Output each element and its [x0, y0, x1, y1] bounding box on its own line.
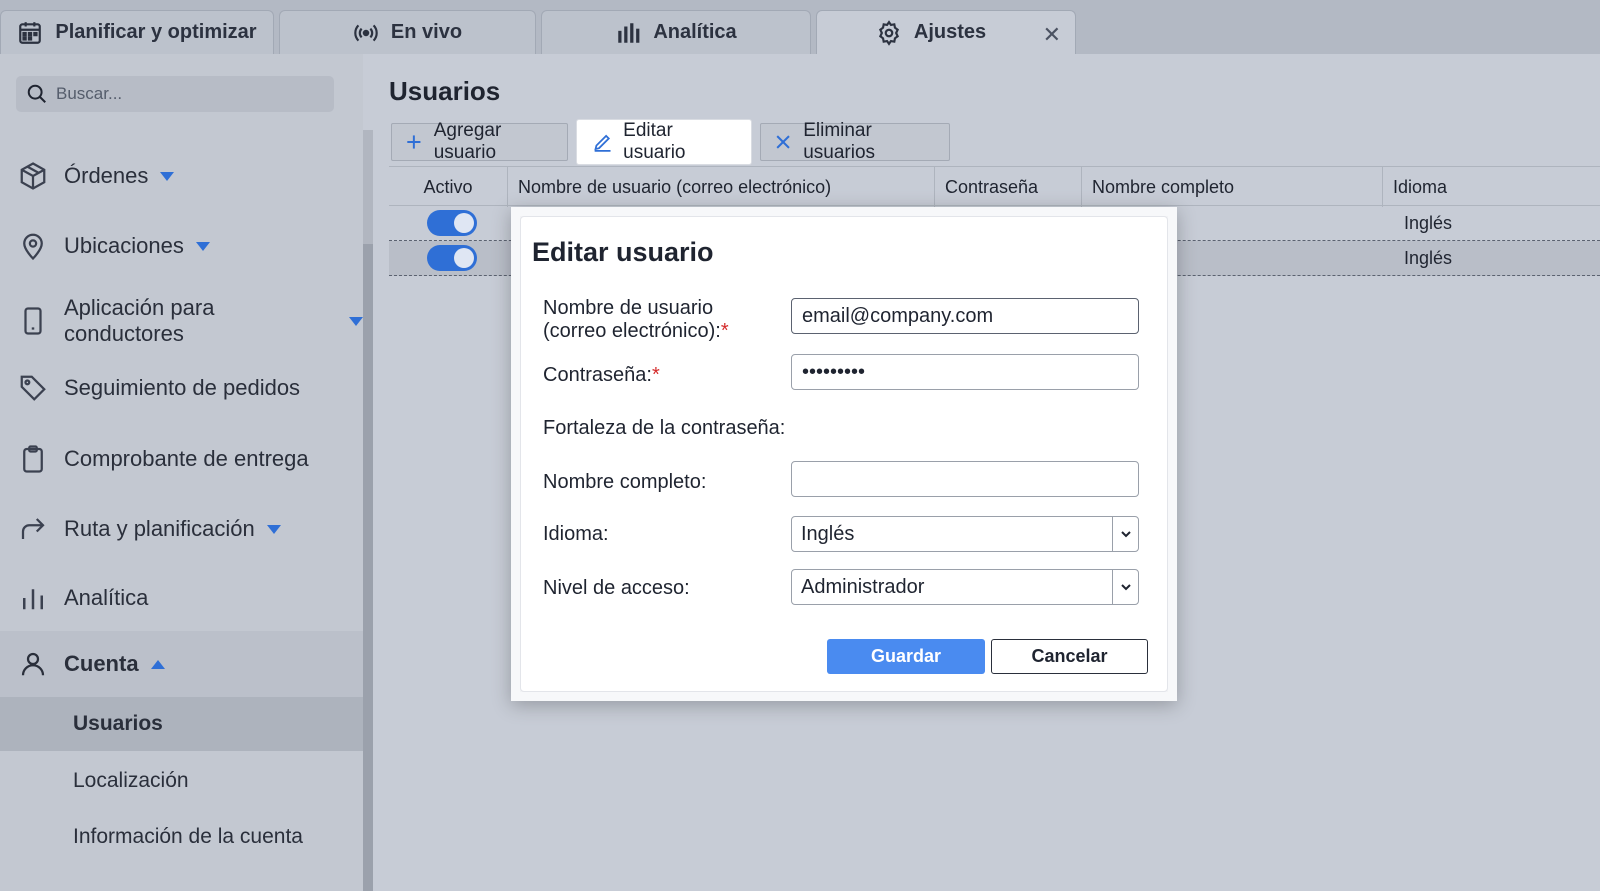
dialog-body: Editar usuario Nombre de usuario (correo… — [520, 216, 1168, 692]
active-toggle[interactable] — [427, 210, 477, 236]
fullname-label: Nombre completo: — [543, 471, 707, 493]
active-toggle[interactable] — [427, 245, 477, 271]
column-header-contrasena[interactable]: Contraseña — [934, 167, 1081, 207]
user-icon — [21, 652, 45, 676]
sidebar-item-label: Analítica — [64, 585, 149, 610]
sidebar-item-label: Ruta y planificación — [64, 516, 255, 541]
chevron-up-icon — [150, 659, 165, 669]
username-label: Nombre de usuario (correo electrónico):* — [543, 297, 729, 343]
sidebar-item-label: Aplicación para conductores — [64, 295, 215, 346]
chevron-down-icon — [160, 171, 175, 181]
tab-analitica[interactable]: Analítica — [541, 10, 811, 54]
search-input[interactable] — [56, 84, 316, 104]
sidebar: Órdenes Ubicaciones Aplicación para cond… — [0, 54, 363, 891]
language-cell: Inglés — [1404, 248, 1453, 268]
sidebar-subitem-informacion-cuenta[interactable]: Información de la cuenta — [0, 810, 363, 864]
sidebar-subitem-usuarios[interactable]: Usuarios — [0, 697, 363, 751]
access-level-select[interactable]: Administrador — [791, 569, 1139, 605]
chevron-down-icon — [266, 524, 281, 534]
calendar-icon — [19, 21, 42, 44]
sidebar-subitem-label: Usuarios — [73, 712, 163, 735]
sidebar-item-label: Cuenta — [64, 651, 139, 676]
sidebar-item-cuenta[interactable]: Cuenta — [0, 631, 363, 697]
access-level-select-value: Administrador — [801, 575, 925, 598]
password-label: Contraseña:* — [543, 364, 660, 387]
broadcast-icon — [354, 24, 378, 41]
username-label-line2: (correo electrónico): — [543, 320, 721, 342]
gear-icon — [878, 19, 899, 46]
search-box[interactable] — [16, 76, 334, 112]
delete-users-label: Eliminar usuarios — [803, 120, 876, 163]
column-header-usuario[interactable]: Nombre de usuario (correo electrónico) — [507, 167, 934, 207]
required-mark: * — [720, 320, 729, 342]
delete-users-button[interactable]: Eliminar usuarios — [760, 120, 950, 163]
pencil-icon — [594, 134, 611, 152]
edit-user-button[interactable]: Editar usuario — [577, 120, 751, 164]
close-icon — [776, 135, 790, 149]
tab-label: Planificar y optimizar — [55, 21, 257, 43]
chevron-down-icon — [195, 241, 210, 251]
tab-en-vivo[interactable]: En vivo — [279, 10, 536, 54]
column-header-activo[interactable]: Activo — [389, 167, 507, 207]
sidebar-item-label: Órdenes — [64, 163, 149, 188]
top-tab-bar: Planificar y optimizar En vivo Analítica… — [0, 0, 1600, 54]
password-label-text: Contraseña: — [543, 364, 652, 386]
sidebar-item-analitica[interactable]: Analítica — [0, 570, 363, 626]
save-button[interactable]: Guardar — [827, 639, 985, 674]
page-title: Usuarios — [389, 76, 501, 106]
sidebar-item-label: Comprobante de entrega — [64, 446, 309, 471]
username-label-line1: Nombre de usuario — [543, 297, 714, 319]
bar-chart-icon — [618, 22, 640, 43]
table-header: Activo Nombre de usuario (correo electró… — [389, 166, 1600, 207]
chevron-down-icon[interactable] — [1112, 570, 1138, 604]
sidebar-subitem-localizacion[interactable]: Localización — [0, 754, 363, 808]
sidebar-item-ruta[interactable]: Ruta y planificación — [0, 501, 363, 557]
chevron-down-icon — [349, 316, 363, 326]
plus-icon — [407, 135, 421, 149]
edit-user-label: Editar usuario — [623, 120, 686, 163]
add-user-label: Agregar usuario — [433, 120, 502, 163]
tag-icon — [20, 375, 46, 401]
cancel-button[interactable]: Cancelar — [991, 639, 1148, 674]
language-label: Idioma: — [543, 523, 609, 545]
mobile-phone-icon — [24, 307, 42, 335]
language-cell: Inglés — [1404, 213, 1453, 233]
package-icon — [20, 162, 46, 190]
sidebar-subitem-label: Información de la cuenta — [73, 825, 303, 848]
bar-chart-icon — [23, 589, 43, 610]
sidebar-item-ubicaciones[interactable]: Ubicaciones — [0, 218, 363, 274]
chevron-down-icon[interactable] — [1112, 517, 1138, 551]
language-select[interactable]: Inglés — [791, 516, 1139, 552]
tab-planificar[interactable]: Planificar y optimizar — [0, 10, 274, 54]
column-header-idioma[interactable]: Idioma — [1382, 167, 1600, 207]
location-pin-icon — [23, 233, 43, 261]
sidebar-subitem-label: Localización — [73, 769, 189, 792]
password-strength-label: Fortaleza de la contraseña: — [543, 417, 786, 439]
fullname-field[interactable] — [791, 461, 1139, 497]
dialog-title: Editar usuario — [532, 237, 714, 267]
language-select-value: Inglés — [801, 522, 855, 545]
add-user-button[interactable]: Agregar usuario — [391, 120, 568, 163]
tab-label: Ajustes — [913, 21, 987, 43]
sidebar-item-aplicacion-conductores[interactable]: Aplicación para conductores — [0, 293, 363, 349]
sidebar-item-ordenes[interactable]: Órdenes — [0, 148, 363, 204]
sidebar-scrollbar-thumb[interactable] — [363, 244, 373, 891]
password-field[interactable] — [791, 354, 1139, 390]
column-header-nombre-completo[interactable]: Nombre completo — [1081, 167, 1382, 207]
close-tab-icon[interactable]: ✕ — [1043, 22, 1061, 48]
clipboard-icon — [23, 445, 43, 473]
edit-user-dialog: Editar usuario Nombre de usuario (correo… — [511, 207, 1177, 701]
access-level-label: Nivel de acceso: — [543, 577, 690, 599]
route-arrow-icon — [21, 518, 45, 539]
tab-ajustes[interactable]: Ajustes ✕ — [816, 10, 1076, 54]
required-mark: * — [651, 364, 660, 386]
username-field[interactable] — [791, 298, 1139, 334]
sidebar-item-comprobante[interactable]: Comprobante de entrega — [0, 431, 363, 487]
tab-label: Analítica — [653, 21, 737, 43]
tab-label: En vivo — [390, 21, 463, 43]
sidebar-item-label: Ubicaciones — [64, 233, 184, 258]
sidebar-item-label: Seguimiento de pedidos — [64, 375, 301, 400]
search-icon — [27, 84, 46, 103]
sidebar-item-seguimiento[interactable]: Seguimiento de pedidos — [0, 360, 363, 416]
